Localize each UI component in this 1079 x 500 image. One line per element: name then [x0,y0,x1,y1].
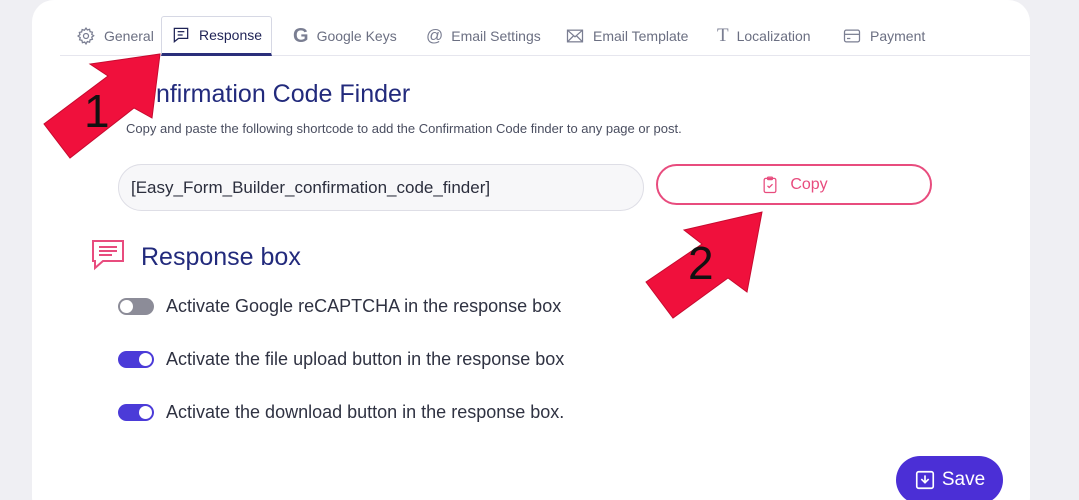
toggle-recaptcha-label: Activate Google reCAPTCHA in the respons… [166,296,562,316]
tab-email-template[interactable]: Email Template [565,16,688,56]
at-icon: @ [426,26,444,45]
toggle-file-upload-label: Activate the file upload button in the r… [166,349,565,369]
tab-email-settings[interactable]: @ Email Settings [426,16,541,56]
shortcode-value: [Easy_Form_Builder_confirmation_code_fin… [131,177,491,197]
response-box-title: Response box [141,243,301,271]
copy-button[interactable]: Copy [656,164,932,205]
tab-payment-label: Payment [870,28,926,44]
toggle-download-label: Activate the download button in the resp… [166,402,565,422]
tab-email-template-label: Email Template [593,28,689,44]
tab-google-keys[interactable]: G Google Keys [293,16,397,56]
toggle-file-upload[interactable] [118,351,154,368]
text-icon: T [717,25,729,46]
toggle-knob [139,353,152,366]
save-icon [915,470,934,490]
tab-general-label: General [104,28,154,44]
message-icon [173,27,189,43]
toggle-download-row: Activate the download button in the resp… [118,402,564,423]
confirmation-description: Copy and paste the following shortcode t… [126,121,682,136]
toggle-recaptcha[interactable] [118,298,154,315]
tab-localization[interactable]: T Localization [717,16,811,56]
gear-icon [77,27,95,46]
tab-response[interactable]: Response [161,16,273,56]
settings-tabs: General Response G Google Keys @ Email S… [60,16,1030,56]
copy-button-label: Copy [790,175,828,193]
confirmation-title: Confirmation Code Finder [124,80,411,108]
envelope-icon [566,29,584,43]
tab-response-label: Response [199,27,263,43]
shortcode-field[interactable]: [Easy_Form_Builder_confirmation_code_fin… [118,164,644,211]
save-button-label: Save [941,469,986,490]
save-button[interactable]: Save [896,456,1003,500]
tab-payment[interactable]: Payment [842,16,925,56]
annotation-number-1: 1 [84,85,110,137]
annotation-number-2: 2 [688,237,714,289]
toggle-file-upload-row: Activate the file upload button in the r… [118,349,564,370]
toggle-knob [139,406,152,419]
tab-email-settings-label: Email Settings [451,28,541,44]
toggle-recaptcha-row: Activate Google reCAPTCHA in the respons… [118,296,561,317]
toggle-knob [120,300,133,313]
toggle-download[interactable] [118,404,154,421]
google-icon: G [293,24,309,47]
card-icon [843,29,861,43]
clipboard-icon [763,175,777,193]
tab-general[interactable]: General [76,16,154,56]
tab-localization-label: Localization [736,28,811,44]
message-icon [92,240,124,271]
tab-google-keys-label: Google Keys [316,28,397,44]
